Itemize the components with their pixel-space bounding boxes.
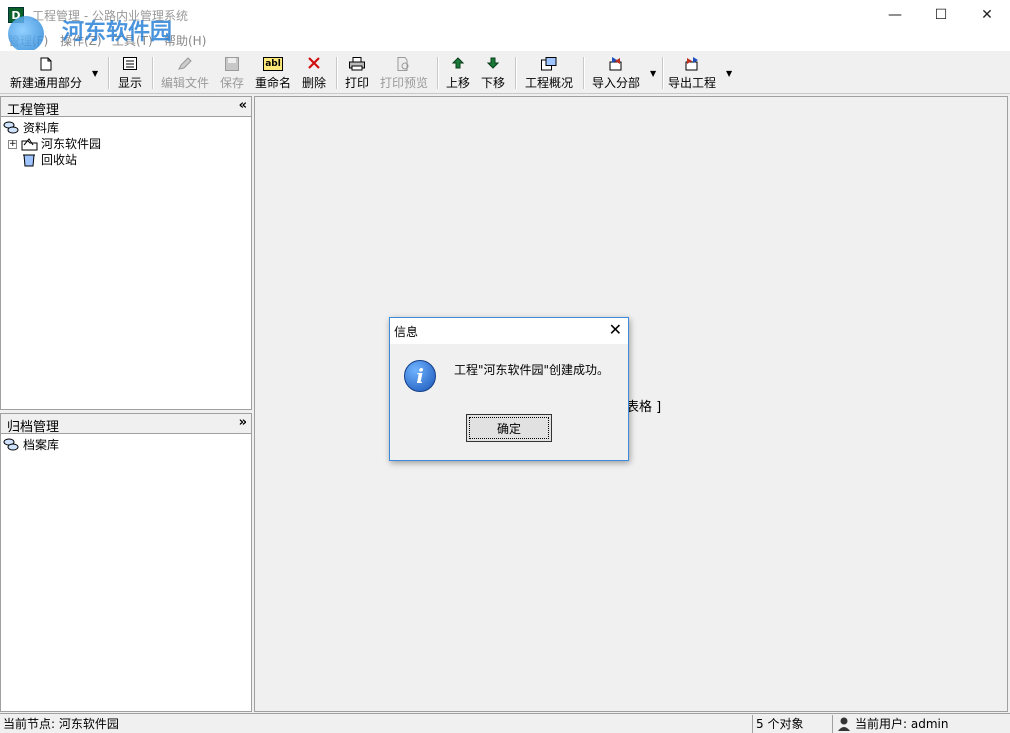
print-preview-button[interactable]: 打印预览 [376, 53, 432, 93]
menu-bar: 管理(F) 操作(Z) 工具(T) 帮助(H) [0, 30, 1010, 50]
status-current-user-text: 当前用户: admin [855, 717, 949, 731]
dialog-title: 信息 [394, 325, 419, 339]
tree-label-project: 河东软件园 [41, 137, 102, 151]
print-preview-label: 打印预览 [379, 76, 428, 90]
dialog-title-bar: 信息 ✕ [390, 318, 628, 344]
dialog-message: 工程"河东软件园"创建成功。 [454, 363, 610, 377]
export-project-button[interactable]: 导出工程 [665, 53, 719, 93]
new-common-part-label: 新建通用部分 [9, 76, 82, 90]
show-label: 显示 [117, 76, 142, 90]
project-management-panel: 工程管理 « 资料库 + 河东软件园 回收站 [0, 96, 252, 410]
toolbar-separator [152, 57, 154, 89]
delete-label: 删除 [301, 76, 326, 90]
edit-file-label: 编辑文件 [160, 76, 209, 90]
database-icon [3, 438, 19, 452]
project-overview-button[interactable]: 工程概况 [521, 53, 577, 93]
arrow-down-icon [485, 57, 501, 71]
print-icon [349, 57, 365, 71]
save-icon [224, 57, 240, 71]
arrow-up-icon [450, 57, 466, 71]
rename-icon: abl [263, 57, 283, 71]
edit-file-button[interactable]: 编辑文件 [158, 53, 212, 93]
new-common-dropdown-arrow-icon[interactable]: ▼ [92, 69, 98, 78]
toolbar: 新建通用部分 ▼ 显示 编辑文件 保存 abl 重命名 删除 打印 打印预览 上… [0, 50, 1010, 94]
dialog-body: i 工程"河东软件园"创建成功。 确定 [390, 344, 628, 460]
user-icon [836, 716, 852, 733]
archive-panel-title: 归档管理 [7, 420, 60, 435]
info-icon: i [404, 360, 436, 392]
window-title: 工程管理 - 公路内业管理系统 [32, 9, 188, 23]
tree-expand-icon[interactable]: + [8, 140, 17, 149]
status-current-user: 当前用户: admin [832, 715, 1010, 733]
toolbar-separator [583, 57, 585, 89]
move-down-label: 下移 [480, 76, 505, 90]
move-up-button[interactable]: 上移 [442, 53, 474, 93]
tree-label-recycle: 回收站 [41, 153, 78, 167]
edit-file-icon [177, 57, 193, 71]
recycle-bin-icon [21, 153, 37, 167]
dialog-close-icon[interactable]: ✕ [609, 320, 622, 340]
save-button[interactable]: 保存 [214, 53, 250, 93]
status-bar: 当前节点: 河东软件园 5 个对象 当前用户: admin [0, 713, 1010, 733]
export-project-label: 导出工程 [667, 76, 716, 90]
main-behind-text: 表格 ] [626, 400, 662, 415]
menu-tools[interactable]: 工具(T) [112, 32, 153, 49]
project-overview-label: 工程概况 [524, 76, 573, 90]
archive-management-panel: 归档管理 » 档案库 [0, 413, 252, 712]
delete-icon [306, 57, 322, 71]
menu-manage[interactable]: 管理(F) [8, 32, 48, 49]
status-object-count: 5 个对象 [752, 715, 832, 733]
print-button[interactable]: 打印 [342, 53, 372, 93]
import-part-label: 导入分部 [591, 76, 640, 90]
show-button[interactable]: 显示 [114, 53, 146, 93]
rename-label: 重命名 [254, 76, 291, 90]
import-part-button[interactable]: 导入分部 [588, 53, 644, 93]
info-dialog: 信息 ✕ i 工程"河东软件园"创建成功。 确定 [389, 317, 629, 461]
toolbar-separator [515, 57, 517, 89]
rename-button[interactable]: abl 重命名 [252, 53, 294, 93]
tree-label-archive: 档案库 [23, 438, 60, 452]
ok-button[interactable]: 确定 [466, 414, 552, 442]
menu-help[interactable]: 帮助(H) [164, 32, 206, 49]
display-icon [122, 57, 138, 71]
move-down-button[interactable]: 下移 [477, 53, 509, 93]
print-label: 打印 [344, 76, 369, 90]
toolbar-separator [336, 57, 338, 89]
toolbar-separator [662, 57, 664, 89]
project-panel-title: 工程管理 [7, 103, 60, 118]
archive-panel-header: 归档管理 » [1, 414, 251, 435]
status-current-node: 当前节点: 河东软件园 [3, 717, 119, 731]
overview-icon [541, 57, 557, 71]
export-dropdown-arrow-icon[interactable]: ▼ [726, 69, 732, 78]
maximize-button[interactable]: ☐ [918, 0, 964, 30]
export-icon [684, 57, 700, 71]
collapse-down-icon[interactable]: » [239, 415, 247, 430]
toolbar-separator [437, 57, 439, 89]
project-panel-header: 工程管理 « [1, 97, 251, 118]
new-common-part-button[interactable]: 新建通用部分 [4, 53, 88, 93]
project-folder-icon [21, 137, 38, 151]
app-icon[interactable]: D [8, 7, 24, 23]
import-icon [608, 57, 624, 71]
new-document-icon [38, 57, 54, 71]
delete-button[interactable]: 删除 [298, 53, 330, 93]
move-up-label: 上移 [445, 76, 470, 90]
database-icon [3, 121, 19, 135]
collapse-left-icon[interactable]: « [239, 98, 247, 113]
toolbar-separator [108, 57, 110, 89]
title-bar: D 工程管理 - 公路内业管理系统 — ☐ ✕ [0, 0, 1010, 30]
save-label: 保存 [219, 76, 244, 90]
print-preview-icon [396, 57, 412, 71]
tree-label-library: 资料库 [23, 121, 60, 135]
import-dropdown-arrow-icon[interactable]: ▼ [650, 69, 656, 78]
menu-operate[interactable]: 操作(Z) [60, 32, 102, 49]
close-window-button[interactable]: ✕ [964, 0, 1010, 30]
minimize-button[interactable]: — [872, 0, 918, 30]
